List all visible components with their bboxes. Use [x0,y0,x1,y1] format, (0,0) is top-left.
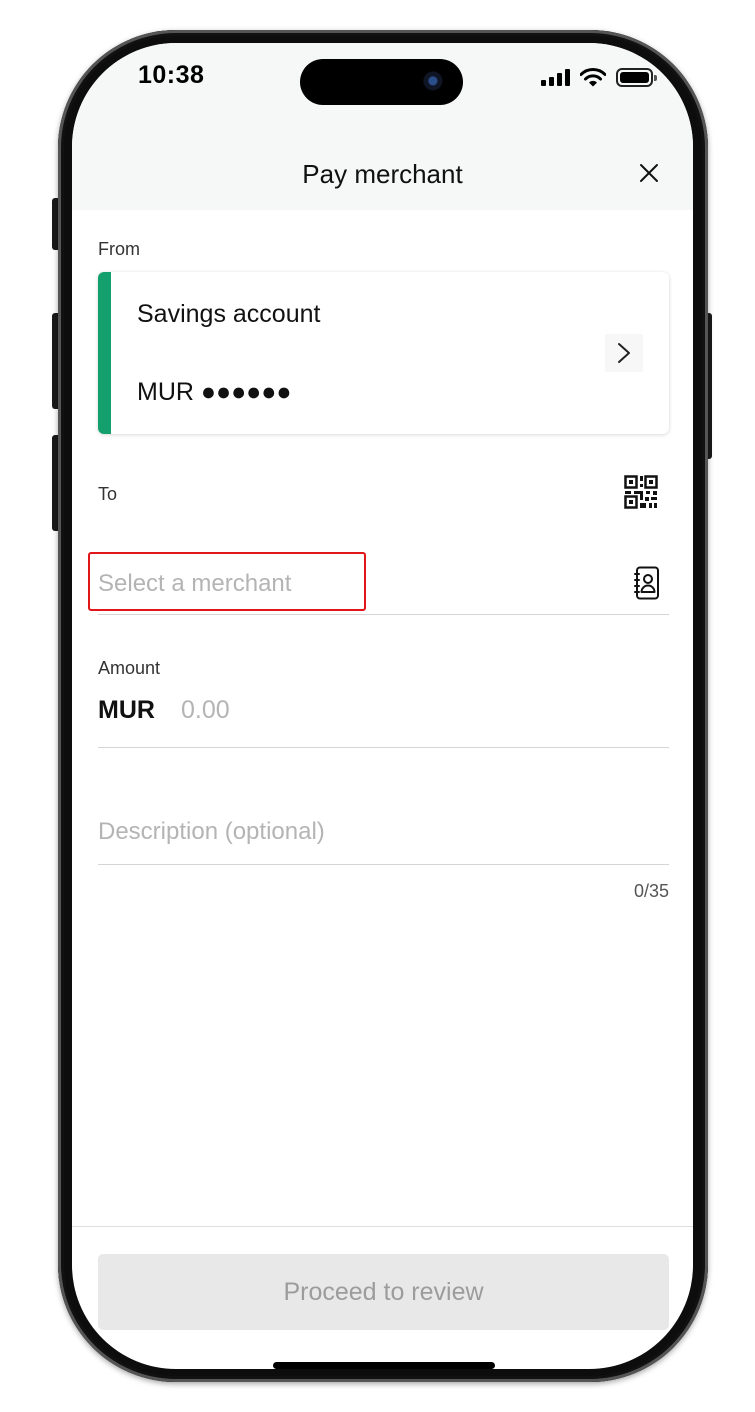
phone-screen: 10:38 Pay merchant From Savings account … [72,43,693,1369]
footer-divider [72,1226,693,1227]
description-input[interactable]: Description (optional) [98,808,669,865]
qr-code-icon [624,475,658,509]
to-label: To [98,484,118,504]
chevron-right-icon [618,343,630,363]
amount-label: Amount [98,658,161,678]
account-name: Savings account [137,300,321,328]
close-icon [640,164,658,182]
description-char-counter: 0/35 [633,881,669,901]
source-account-card[interactable]: Savings account MUR ●●●●●● [98,272,669,434]
page-title: Pay merchant [302,159,463,189]
description-placeholder: Description (optional) [98,818,325,845]
merchant-placeholder: Select a merchant [98,570,292,597]
amount-currency: MUR [98,696,155,724]
amount-input[interactable]: MUR 0.00 [98,688,669,748]
contact-book-icon [634,566,659,600]
home-indicator[interactable] [273,1362,495,1369]
camera-icon [423,71,445,93]
status-icons [541,67,657,87]
top-bar: 10:38 Pay merchant [72,43,693,210]
merchant-select-field[interactable]: Select a merchant [98,553,669,615]
signal-icon [541,68,570,86]
status-time: 10:38 [138,61,205,89]
scan-qr-button[interactable] [624,475,658,509]
from-label: From [98,239,140,259]
close-button[interactable] [637,161,661,185]
change-account-button[interactable] [605,334,643,372]
battery-icon [616,67,657,87]
proceed-to-review-button[interactable]: Proceed to review [98,1254,669,1330]
merchant-contacts-button[interactable] [634,566,660,600]
account-number: MUR ●●●●●● [137,378,292,406]
phone-frame: 10:38 Pay merchant From Savings account … [58,30,708,1382]
dynamic-island [300,59,463,105]
amount-placeholder: 0.00 [181,696,230,724]
wifi-icon [580,67,606,86]
account-accent-stripe [98,272,111,434]
